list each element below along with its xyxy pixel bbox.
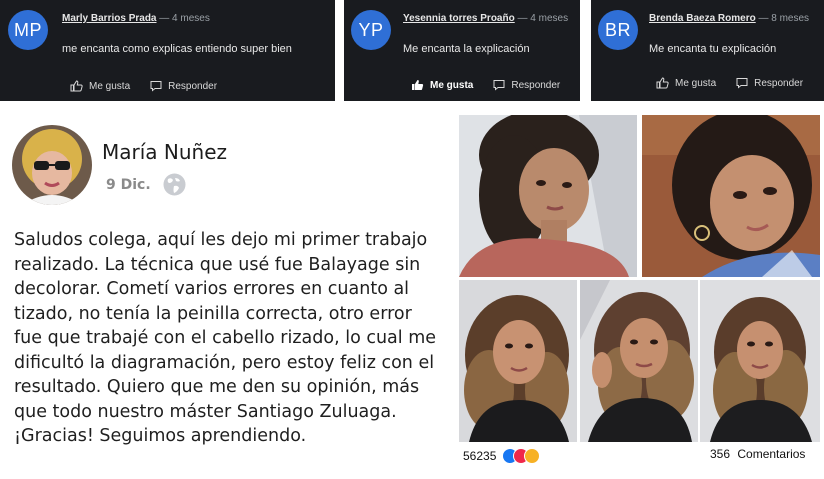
author-name[interactable]: María Nuñez [102, 140, 227, 164]
author-avatar[interactable] [12, 125, 92, 205]
avatar[interactable]: BR [598, 10, 638, 50]
comment-meta: Brenda Baeza Romero — 8 meses [649, 13, 809, 24]
commenter-name-link[interactable]: Marly Barrios Prada [62, 13, 157, 24]
post-date[interactable]: 9 Dic. [106, 177, 151, 193]
reply-button[interactable]: Responder [150, 80, 217, 92]
reply-bubble-icon [736, 78, 748, 89]
comments-count: 356 [710, 447, 731, 461]
comment-meta: Yesennia torres Proaño — 4 meses [403, 13, 568, 24]
comment-actions: Me gusta Responder [70, 80, 217, 92]
avatar[interactable]: MP [8, 10, 48, 50]
reply-label: Responder [511, 79, 561, 91]
comment-card: YP Yesennia torres Proaño — 4 meses Me e… [344, 0, 580, 101]
comment-time: — 4 meses [517, 13, 569, 24]
comment-meta: Marly Barrios Prada — 4 meses [62, 13, 210, 24]
comment-time: — 8 meses [758, 13, 810, 24]
reply-bubble-icon [493, 80, 505, 91]
photo-4[interactable] [580, 280, 698, 442]
comment-actions: Me gusta Responder [411, 79, 560, 91]
reply-label: Responder [754, 77, 804, 89]
comment-card: MP Marly Barrios Prada — 4 meses me enca… [0, 0, 335, 101]
commenter-name-link[interactable]: Yesennia torres Proaño [403, 13, 515, 24]
avatar[interactable]: YP [351, 10, 391, 50]
photo-1[interactable] [459, 115, 637, 277]
reactions-summary[interactable]: 56235 [463, 448, 541, 464]
comment-time: — 4 meses [159, 13, 210, 24]
reply-button[interactable]: Responder [736, 77, 803, 89]
comment-text: me encanta como explicas entiendo super … [62, 43, 292, 55]
post-body: Saludos colega, aquí les dejo mi primer … [14, 230, 437, 446]
commenter-name-link[interactable]: Brenda Baeza Romero [649, 13, 756, 24]
comments-summary[interactable]: 356 Comentarios [710, 447, 805, 461]
globe-icon [163, 173, 186, 196]
like-label: Me gusta [89, 80, 131, 92]
reply-label: Responder [168, 80, 218, 92]
comment-text: Me encanta la explicación [403, 43, 530, 55]
photo-5[interactable] [700, 280, 820, 442]
like-label: Me gusta [675, 77, 717, 89]
thumbs-up-icon [656, 77, 669, 89]
like-button[interactable]: Me gusta [656, 77, 716, 89]
reactions-count: 56235 [463, 449, 497, 463]
comment-card: BR Brenda Baeza Romero — 8 meses Me enca… [591, 0, 824, 101]
thumbs-up-filled-icon [412, 80, 424, 90]
reply-bubble-icon [150, 81, 162, 92]
comment-text: Me encanta tu explicación [649, 43, 777, 55]
wow-reaction-icon [524, 448, 541, 464]
like-button[interactable]: Me gusta [411, 79, 473, 91]
photo-2[interactable] [642, 115, 820, 277]
like-label: Me gusta [430, 79, 474, 91]
like-button[interactable]: Me gusta [70, 80, 130, 92]
photo-3[interactable] [459, 280, 577, 442]
comment-actions: Me gusta Responder [656, 77, 803, 89]
reply-button[interactable]: Responder [493, 79, 560, 91]
thumbs-up-icon [70, 80, 83, 92]
comments-label: Comentarios [737, 447, 806, 461]
